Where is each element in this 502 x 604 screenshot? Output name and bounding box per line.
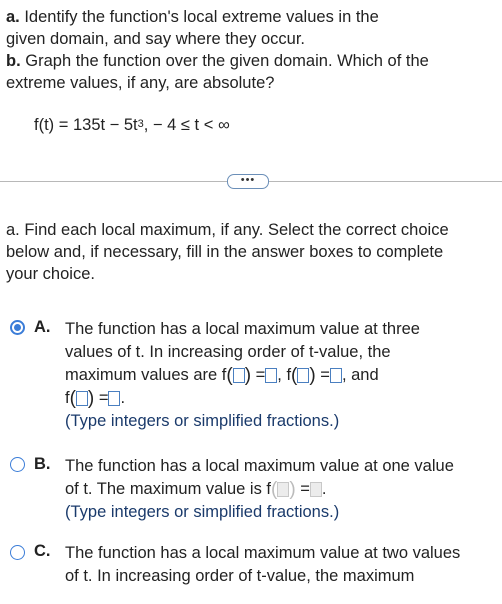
function-domain: , − 4 ≤ t < ∞ xyxy=(143,116,230,134)
choice-a-text: The function has a local maximum value a… xyxy=(65,318,500,433)
choice-c-letter[interactable]: C. xyxy=(34,542,51,561)
more-button[interactable]: ••• xyxy=(227,174,269,189)
equals-sign: = xyxy=(295,480,310,498)
question-part-b: b. Graph the function over the given dom… xyxy=(6,50,429,72)
subquestion-line2: below and, if necessary, fill in the ans… xyxy=(6,243,444,261)
choice-b-letter[interactable]: B. xyxy=(34,455,51,474)
choice-b-line2: of t. The maximum value is f() =. xyxy=(65,478,500,501)
choice-c-line2: of t. In increasing order of t-value, th… xyxy=(65,567,415,585)
choice-c-text: The function has a local maximum value a… xyxy=(65,542,500,588)
subquestion-line1: a. Find each local maximum, if any. Sele… xyxy=(6,221,449,239)
answer-box-f1[interactable] xyxy=(265,368,278,383)
choice-c-line1: The function has a local maximum value a… xyxy=(65,544,461,562)
answer-box-f2[interactable] xyxy=(329,368,342,383)
choice-b-radio[interactable] xyxy=(10,457,25,472)
comma-f-label: , f xyxy=(277,366,292,384)
function-exponent: 3 xyxy=(137,118,144,130)
choice-b-max-label: of t. The maximum value is f xyxy=(65,480,272,498)
choice-a-line4: f() =. xyxy=(65,387,500,410)
choice-c-radio[interactable] xyxy=(10,545,25,560)
part-b-label: b. xyxy=(6,52,21,70)
choice-a-hint: (Type integers or simplified fractions.) xyxy=(65,412,340,430)
part-b-text: Graph the function over the given domain… xyxy=(20,52,429,70)
choice-a-line2: values of t. In increasing order of t-va… xyxy=(65,343,391,361)
choice-a-radio[interactable] xyxy=(10,320,25,335)
choice-b-hint: (Type integers or simplified fractions.) xyxy=(65,503,340,521)
choice-a-line1: The function has a local maximum value a… xyxy=(65,320,420,338)
choice-a-maxvalues-label: maximum values are f xyxy=(65,366,227,384)
function-lhs: f(t) = 135t − 5t xyxy=(34,116,138,134)
equals-sign: = xyxy=(315,366,330,384)
equals-sign: = xyxy=(94,389,109,407)
choice-b-text: The function has a local maximum value a… xyxy=(65,455,500,524)
part-a-label: a. xyxy=(6,8,20,26)
choice-a-line3: maximum values are f() =, f() =, and xyxy=(65,364,500,387)
question-part-b-line2: extreme values, if any, are absolute? xyxy=(6,74,275,92)
answer-box-t1[interactable] xyxy=(232,368,245,383)
question-part-a: a. Identify the function's local extreme… xyxy=(6,6,379,28)
choice-b-line1: The function has a local maximum value a… xyxy=(65,457,454,475)
choice-a-letter[interactable]: A. xyxy=(34,318,51,337)
period: . xyxy=(321,480,327,498)
part-a-text: Identify the function's local extreme va… xyxy=(19,8,379,26)
answer-box-b-f[interactable] xyxy=(309,482,322,497)
answer-box-t3[interactable] xyxy=(75,391,88,406)
question-part-a-line2: given domain, and say where they occur. xyxy=(6,30,306,48)
answer-box-f3[interactable] xyxy=(108,391,121,406)
equals-sign: = xyxy=(251,366,266,384)
subquestion-line3: your choice. xyxy=(6,265,95,283)
and-label: , and xyxy=(341,366,379,384)
answer-box-b-t[interactable] xyxy=(277,482,290,497)
period: . xyxy=(120,389,126,407)
answer-box-t2[interactable] xyxy=(297,368,310,383)
function-expression: f(t) = 135t − 5t3, − 4 ≤ t < ∞ xyxy=(34,116,230,135)
